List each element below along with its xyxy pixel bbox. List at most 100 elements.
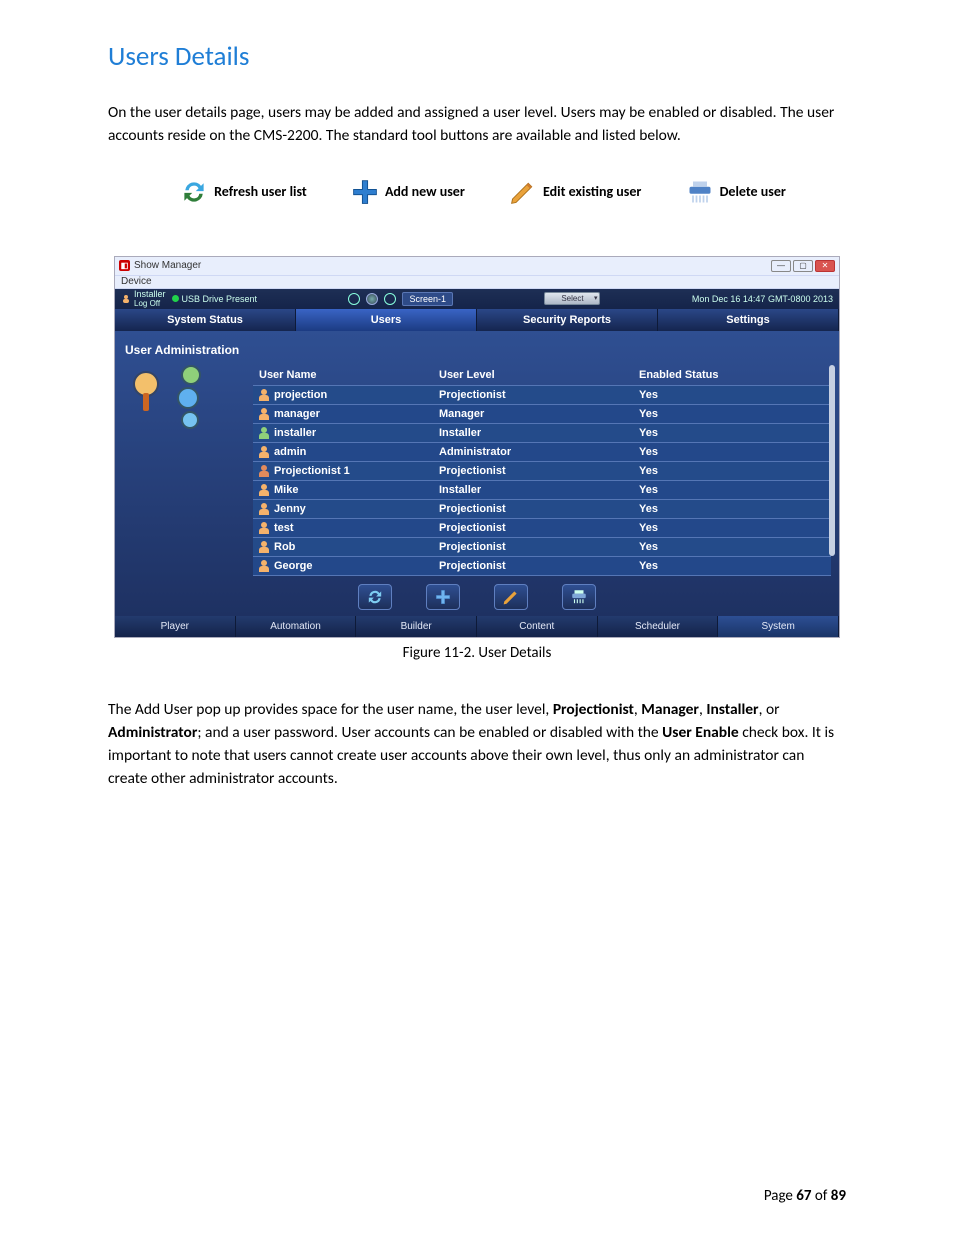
- cell-enabled: Yes: [639, 408, 658, 420]
- section-heading: Users Details: [108, 40, 846, 73]
- window-close-button[interactable]: ✕: [815, 260, 835, 272]
- intro-paragraph: On the user details page, users may be a…: [108, 101, 846, 148]
- tab-settings[interactable]: Settings: [658, 309, 839, 331]
- p2-f: Installer: [706, 700, 758, 719]
- col-username: User Name: [253, 365, 433, 385]
- app-title: Show Manager: [134, 260, 201, 271]
- p2-i: ; and a user password. User accounts can…: [197, 723, 662, 742]
- circle2-icon[interactable]: [366, 293, 378, 305]
- user-table: User Name User Level Enabled Status proj…: [253, 365, 831, 576]
- legend-delete: Delete user: [686, 178, 786, 206]
- add-button[interactable]: [426, 584, 460, 610]
- p2-h: Administrator: [108, 723, 197, 742]
- cell-enabled: Yes: [639, 446, 658, 458]
- menubar: Device: [115, 275, 839, 289]
- action-toolbar: [115, 584, 839, 610]
- plus-icon: [433, 588, 453, 606]
- status-dot-icon: [172, 295, 179, 302]
- tab-security-reports[interactable]: Security Reports: [477, 309, 658, 331]
- p2-d: Manager: [641, 700, 699, 719]
- cell-userlevel: Administrator: [439, 446, 511, 458]
- footer-mid: of: [812, 1187, 831, 1205]
- cell-userlevel: Installer: [439, 484, 481, 496]
- table-row[interactable]: manager Manager Yes: [253, 405, 831, 424]
- btab-content[interactable]: Content: [477, 616, 598, 637]
- cell-userlevel: Projectionist: [439, 389, 506, 401]
- user-icon: [259, 504, 269, 514]
- refresh-icon: [365, 588, 385, 606]
- user-icon: [259, 561, 269, 571]
- cell-enabled: Yes: [639, 541, 658, 553]
- usb-status-label: USB Drive Present: [182, 294, 258, 304]
- app-window: ◧ Show Manager — ▢ ✕ Device: [114, 256, 840, 638]
- btab-player[interactable]: Player: [115, 616, 236, 637]
- legend-refresh-label: Refresh user list: [214, 183, 307, 200]
- user-icon: [259, 542, 269, 552]
- app-logo-icon: ◧: [119, 260, 130, 271]
- titlebar: ◧ Show Manager — ▢ ✕: [115, 257, 839, 275]
- screen-indicator[interactable]: Screen-1: [402, 292, 453, 306]
- table-row[interactable]: GeorgeProjectionistYes: [253, 557, 831, 576]
- shredder-icon: [686, 178, 714, 206]
- circle1-icon[interactable]: [348, 293, 360, 305]
- cell-username: manager: [274, 408, 320, 420]
- legend-edit-label: Edit existing user: [543, 183, 641, 200]
- circle3-icon[interactable]: [384, 293, 396, 305]
- cell-enabled: Yes: [639, 503, 658, 515]
- footer-current: 67: [796, 1187, 811, 1205]
- cell-userlevel: Manager: [439, 408, 484, 420]
- top-status-bar: Installer Log Off USB Drive Present Scre…: [115, 289, 839, 309]
- refresh-icon: [180, 178, 208, 206]
- p2-g: , or: [759, 700, 780, 719]
- shredder-icon: [569, 588, 589, 606]
- btab-scheduler[interactable]: Scheduler: [598, 616, 719, 637]
- cell-username: admin: [274, 446, 306, 458]
- screen-select-dropdown[interactable]: Select: [544, 292, 600, 305]
- tab-system-status[interactable]: System Status: [115, 309, 296, 331]
- cell-userlevel: Projectionist: [439, 541, 506, 553]
- cell-enabled: Yes: [639, 522, 658, 534]
- logoff-label: Log Off: [134, 299, 160, 308]
- window-maximize-button[interactable]: ▢: [793, 260, 813, 272]
- legend-delete-label: Delete user: [720, 183, 786, 200]
- logoff-link[interactable]: Installer Log Off: [121, 290, 166, 308]
- user-icon: [259, 466, 269, 476]
- footer-total: 89: [831, 1187, 846, 1205]
- legend-edit: Edit existing user: [509, 178, 641, 206]
- toolbar-legend: Refresh user list Add new user Edit exis…: [158, 178, 808, 206]
- cell-enabled: Yes: [639, 427, 658, 439]
- btab-automation[interactable]: Automation: [236, 616, 357, 637]
- col-userlevel: User Level: [433, 365, 633, 385]
- table-row[interactable]: testProjectionistYes: [253, 519, 831, 538]
- table-row[interactable]: Projectionist 1ProjectionistYes: [253, 462, 831, 481]
- table-header: User Name User Level Enabled Status: [253, 365, 831, 386]
- table-row[interactable]: projectionProjectionistYes: [253, 386, 831, 405]
- legend-add: Add new user: [351, 178, 465, 206]
- p2-a: The Add User pop up provides space for t…: [108, 700, 553, 719]
- cell-enabled: Yes: [639, 484, 658, 496]
- table-row[interactable]: installerInstallerYes: [253, 424, 831, 443]
- window-minimize-button[interactable]: —: [771, 260, 791, 272]
- refresh-button[interactable]: [358, 584, 392, 610]
- usb-status: USB Drive Present: [172, 294, 258, 304]
- paragraph-2: The Add User pop up provides space for t…: [108, 698, 846, 791]
- cell-username: projection: [274, 389, 327, 401]
- cell-username: Mike: [274, 484, 298, 496]
- btab-builder[interactable]: Builder: [356, 616, 477, 637]
- cell-enabled: Yes: [639, 560, 658, 572]
- delete-button[interactable]: [562, 584, 596, 610]
- btab-system[interactable]: System: [718, 616, 839, 637]
- table-row[interactable]: JennyProjectionistYes: [253, 500, 831, 519]
- table-row[interactable]: admin Administrator Yes: [253, 443, 831, 462]
- table-row[interactable]: RobProjectionistYes: [253, 538, 831, 557]
- footer-pre: Page: [764, 1187, 796, 1205]
- user-icon: [121, 294, 131, 304]
- menu-device[interactable]: Device: [121, 276, 152, 287]
- edit-button[interactable]: [494, 584, 528, 610]
- cell-userlevel: Projectionist: [439, 465, 506, 477]
- table-row[interactable]: Mike Installer Yes: [253, 481, 831, 500]
- user-icon: [259, 390, 269, 400]
- tab-users[interactable]: Users: [296, 309, 477, 331]
- panel-title: User Administration: [125, 343, 831, 357]
- vertical-scrollbar[interactable]: [829, 365, 835, 556]
